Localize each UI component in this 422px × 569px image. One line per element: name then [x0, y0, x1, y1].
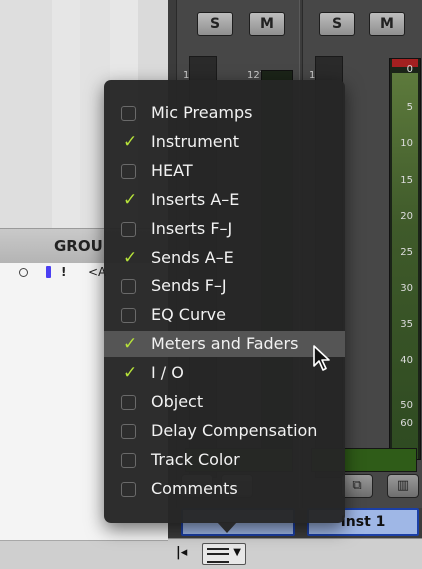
output-window-icon[interactable]: ⧉ [341, 474, 373, 498]
meter-scale: 0 5 10 15 20 25 30 35 40 50 60 [365, 60, 413, 440]
mouse-pointer-icon [313, 345, 330, 371]
menu-item-label: Meters and Faders [151, 334, 299, 354]
mixer-bottom-bar: |◂ ▼ [168, 538, 422, 569]
menu-item-label: Track Color [151, 449, 240, 469]
menu-pointer [217, 522, 237, 533]
dropdown-caret-icon: ▼ [233, 547, 241, 558]
menu-item[interactable]: Delay Compensation [104, 418, 345, 444]
menu-item[interactable]: ✓ I / O [104, 360, 345, 386]
meter-scale-label: 10 [400, 138, 413, 149]
menu-item-label: HEAT [151, 160, 193, 180]
checkmark-icon: ✓ [123, 247, 138, 268]
group-flag: ! [61, 265, 67, 279]
meter-scale-label: 60 [400, 418, 413, 429]
menu-item-label: I / O [151, 363, 184, 383]
meter-scale-label: 50 [400, 400, 413, 411]
meter-scale-label: 15 [400, 175, 413, 186]
empty-checkbox-icon [121, 423, 136, 439]
checkmark-icon: ✓ [123, 363, 138, 384]
meter-scale-label: 35 [400, 319, 413, 330]
menu-item-label: Comments [151, 478, 238, 498]
group-radio-icon[interactable] [19, 268, 28, 277]
meter-scale-label: 0 [406, 64, 413, 75]
track-lane [0, 0, 53, 230]
menu-item[interactable]: HEAT [104, 158, 345, 184]
mix-window-view-selector[interactable]: ▼ [202, 543, 246, 565]
empty-checkbox-icon [121, 395, 136, 410]
meter-scale-label: 40 [400, 355, 413, 366]
meter-scale-label: 20 [400, 211, 413, 222]
menu-item-label: Sends A–E [151, 247, 234, 267]
empty-checkbox-icon [121, 481, 136, 497]
menu-item[interactable]: Mic Preamps [104, 100, 345, 126]
menu-item-label: Inserts F–J [151, 218, 233, 238]
checkmark-icon: ✓ [123, 189, 138, 210]
menu-item[interactable]: Comments [104, 476, 345, 502]
empty-checkbox-icon [121, 106, 136, 121]
empty-checkbox-icon [121, 163, 136, 179]
menu-item-label: Delay Compensation [151, 420, 318, 440]
menu-item-label: EQ Curve [151, 305, 226, 325]
solo-button[interactable]: S [197, 12, 233, 36]
track-lane [52, 0, 81, 230]
meter-scale-label: 30 [400, 283, 413, 294]
menu-item[interactable]: Inserts F–J [104, 216, 345, 242]
menu-item[interactable]: ✓ Instrument [104, 129, 345, 155]
solo-button[interactable]: S [319, 12, 355, 36]
empty-checkbox-icon [121, 279, 136, 295]
mute-button[interactable]: M [249, 12, 285, 36]
collapse-left-icon[interactable]: |◂ [176, 545, 187, 560]
empty-checkbox-icon [121, 308, 136, 324]
menu-item-label: Sends F–J [151, 276, 227, 296]
checkmark-icon: ✓ [123, 334, 138, 355]
menu-item[interactable]: EQ Curve [104, 302, 345, 328]
left-bottom-bar [0, 540, 168, 569]
menu-item-label: Mic Preamps [151, 103, 253, 122]
meter-scale-label: 25 [400, 247, 413, 258]
empty-checkbox-icon [121, 452, 136, 468]
mute-button[interactable]: M [369, 12, 405, 36]
menu-item-label: Object [151, 392, 204, 411]
menu-item[interactable]: ✓ Inserts A–E [104, 187, 345, 213]
checkmark-icon: ✓ [123, 131, 138, 152]
view-options-menu: Mic Preamps ✓ Instrument HEAT ✓ Inserts A–E In… [104, 80, 345, 533]
menu-item[interactable]: Object [104, 389, 345, 415]
meter-options-icon[interactable]: ▥ [387, 474, 419, 498]
groups-header-label: GROU [54, 237, 103, 255]
menu-item[interactable]: ✓ Sends A–E [104, 245, 345, 271]
menu-item[interactable]: ✓ Meters and Faders [104, 331, 345, 358]
meter-scale-label: 5 [406, 102, 413, 113]
empty-checkbox-icon [121, 221, 136, 237]
group-color-swatch [46, 266, 51, 278]
view-lines-icon [207, 548, 229, 563]
menu-item-label: Instrument [151, 131, 240, 151]
menu-item[interactable]: Sends F–J [104, 273, 345, 299]
menu-item-label: Inserts A–E [151, 189, 240, 209]
menu-item[interactable]: Track Color [104, 447, 345, 473]
